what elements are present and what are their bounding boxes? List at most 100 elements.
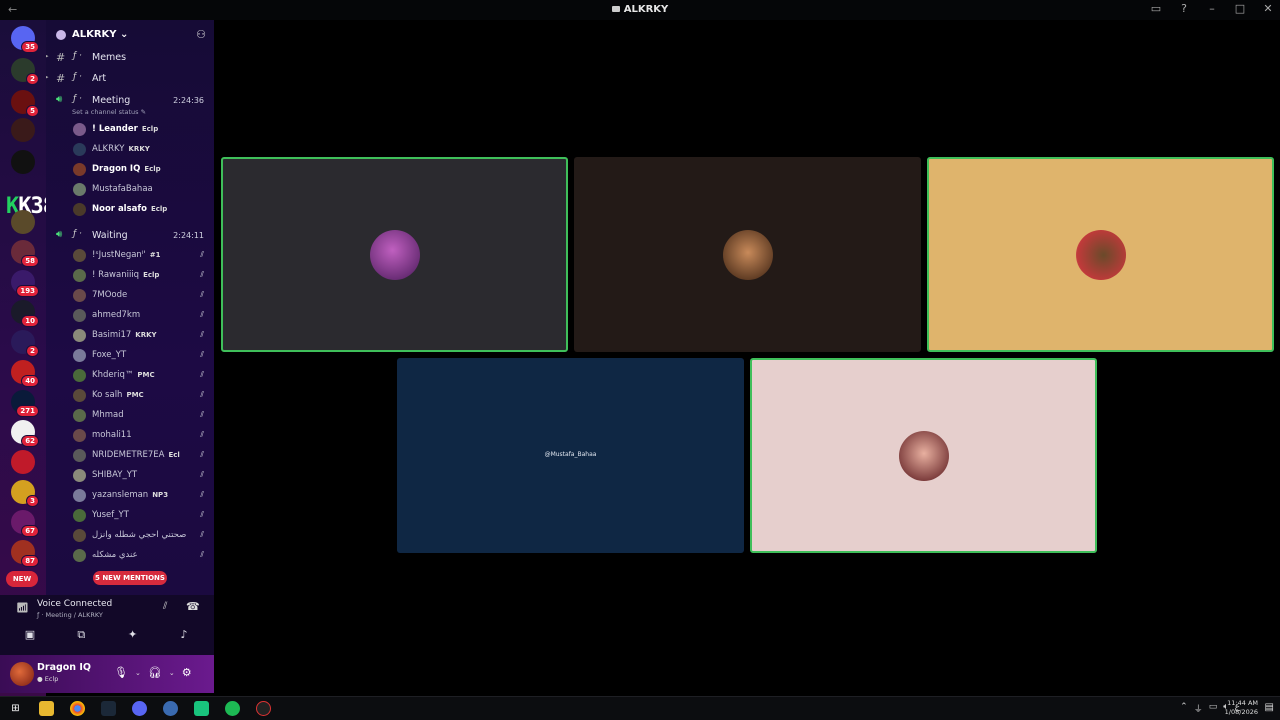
- clock[interactable]: 11:44 AM 1/08/2026: [1225, 699, 1258, 717]
- soundboard-icon[interactable]: ♪: [162, 628, 206, 646]
- voice-member[interactable]: NRIDEMETRE7EA Ecl ⫽: [46, 447, 214, 465]
- headset-icon[interactable]: 🎧︎: [148, 666, 162, 679]
- video-tile[interactable]: [750, 358, 1097, 553]
- notification-icon[interactable]: ▤: [1265, 702, 1274, 713]
- chrome-icon[interactable]: [70, 701, 85, 716]
- file-explorer-icon[interactable]: [39, 701, 54, 716]
- voice-member[interactable]: !ˢJustNeganᴵ' #1 ⫽: [46, 247, 214, 265]
- server-icon[interactable]: 193: [11, 270, 39, 297]
- member-tag: Eclp: [143, 271, 160, 279]
- guild-header[interactable]: ALKRKY ⌄ ⚇: [46, 26, 214, 44]
- spotify-icon[interactable]: [225, 701, 240, 716]
- server-icon[interactable]: 67: [11, 510, 39, 537]
- chevron-up-icon[interactable]: ⌃: [1180, 702, 1188, 715]
- voice-member[interactable]: SHIBAY_YT ⫽: [46, 467, 214, 485]
- voice-member[interactable]: ! Leander Eclp: [46, 121, 214, 139]
- set-channel-status[interactable]: Set a channel status ✎: [72, 108, 146, 116]
- network-icon[interactable]: ▭: [1209, 702, 1218, 715]
- server-icon[interactable]: [11, 210, 35, 234]
- avatar[interactable]: [10, 662, 34, 686]
- voice-member[interactable]: عندي مشكله ⫽: [46, 547, 214, 565]
- video-tile[interactable]: [927, 157, 1274, 352]
- voice-member[interactable]: Mhmad ⫽: [46, 407, 214, 425]
- disconnect-icon[interactable]: ☎: [186, 600, 200, 613]
- member-name: صحتني احجي شطله وانزل: [92, 530, 186, 540]
- voice-connected-title[interactable]: Voice Connected: [37, 599, 112, 609]
- server-icon[interactable]: 271: [11, 390, 39, 417]
- unread-badge: 35: [21, 41, 39, 53]
- server-icon[interactable]: 58: [11, 240, 39, 267]
- new-servers-pill[interactable]: NEW: [6, 571, 38, 587]
- channel-art[interactable]: ▸ # ƒ · Art: [46, 70, 214, 88]
- voice-member[interactable]: ! Rawaniiiq Eclp ⫽: [46, 267, 214, 285]
- chevron-down-icon[interactable]: ⌄: [135, 669, 141, 679]
- home-button[interactable]: 35: [11, 26, 39, 53]
- video-tile[interactable]: @Mustafa_Bahaa: [397, 358, 744, 553]
- add-user-icon[interactable]: ⚇: [196, 28, 206, 41]
- voice-member[interactable]: yazansleman NP3 ⫽: [46, 487, 214, 505]
- server-icon[interactable]: 10: [11, 300, 39, 327]
- screenshare-icon[interactable]: ⧉: [59, 628, 103, 646]
- server-icon[interactable]: 3: [11, 480, 39, 507]
- voice-member[interactable]: MustafaBahaa: [46, 181, 214, 199]
- discord-icon[interactable]: [132, 701, 147, 716]
- video-tile[interactable]: [574, 157, 921, 352]
- obs-icon[interactable]: [256, 701, 271, 716]
- voice-member[interactable]: صحتني احجي شطله وانزل ⫽: [46, 527, 214, 545]
- server-icon[interactable]: 2: [11, 330, 39, 357]
- app-icon[interactable]: [163, 701, 178, 716]
- guild-name[interactable]: ALKRKY ⌄: [72, 29, 128, 40]
- avatar: [73, 269, 86, 282]
- voice-member[interactable]: mohali11 ⫽: [46, 427, 214, 445]
- voice-member[interactable]: ALKRKY KRKY: [46, 141, 214, 159]
- signal-icon[interactable]: 📶︎: [16, 603, 29, 614]
- channel-memes[interactable]: ▸ # ƒ · Memes: [46, 49, 214, 67]
- video-tile[interactable]: [221, 157, 568, 352]
- server-icon[interactable]: 87: [11, 540, 39, 567]
- close-icon[interactable]: ✕: [1262, 2, 1274, 15]
- new-mentions-pill[interactable]: 5 NEW MENTIONS: [93, 571, 167, 585]
- member-name: ahmed7km: [92, 310, 140, 320]
- channel-waiting[interactable]: 🔊︎ ƒ · Waiting 2:24:11: [46, 227, 214, 245]
- chevron-down-icon[interactable]: ⌄: [169, 669, 175, 679]
- minimize-icon[interactable]: –: [1206, 2, 1218, 15]
- server-icon[interactable]: [11, 450, 35, 474]
- camera-icon[interactable]: ▣: [8, 628, 52, 646]
- voice-location[interactable]: ƒ · Meeting / ALKRKY: [37, 611, 103, 619]
- server-icon[interactable]: [11, 118, 35, 142]
- steam-icon[interactable]: [101, 701, 116, 716]
- mic-icon[interactable]: 🎙︎: [114, 666, 128, 679]
- voice-member[interactable]: 7MOode ⫽: [46, 287, 214, 305]
- voice-member[interactable]: Yusef_YT ⫽: [46, 507, 214, 525]
- voice-member[interactable]: Khderiq™ PMC ⫽: [46, 367, 214, 385]
- voice-member[interactable]: Foxe_YT ⫽: [46, 347, 214, 365]
- maximize-icon[interactable]: □: [1234, 2, 1246, 15]
- server-icon[interactable]: 62: [11, 420, 39, 447]
- inbox-icon[interactable]: ▭: [1150, 2, 1162, 15]
- usb-icon[interactable]: ⏚: [1194, 702, 1203, 715]
- mute-icon: ⫽: [200, 430, 204, 439]
- app-icon[interactable]: [194, 701, 209, 716]
- settings-icon[interactable]: ⚙: [182, 666, 192, 679]
- voice-member[interactable]: Dragon IQ Eclp: [46, 161, 214, 179]
- user-name[interactable]: Dragon IQ: [37, 662, 91, 673]
- noise-suppression-icon[interactable]: ⫽: [163, 601, 167, 612]
- member-tag: PMC: [126, 391, 144, 399]
- voice-member[interactable]: ahmed7km ⫽: [46, 307, 214, 325]
- activity-icon[interactable]: ✦: [111, 628, 155, 646]
- server-icon[interactable]: 2: [11, 58, 39, 85]
- member-name: ALKRKY KRKY: [92, 144, 150, 154]
- voice-member[interactable]: Ko salh PMC ⫽: [46, 387, 214, 405]
- member-name-text: SHIBAY_YT: [92, 470, 138, 480]
- voice-member[interactable]: Noor alsafo Eclp: [46, 201, 214, 219]
- help-icon[interactable]: ?: [1178, 2, 1190, 15]
- server-icon[interactable]: [11, 150, 35, 174]
- member-name-text: Basimi17: [92, 330, 132, 340]
- voice-member[interactable]: Basimi17 KRKY ⫽: [46, 327, 214, 345]
- server-icon[interactable]: 40: [11, 360, 39, 387]
- member-name: Foxe_YT: [92, 350, 126, 360]
- server-icon[interactable]: 5: [11, 90, 39, 117]
- windows-start-icon[interactable]: ⊞: [8, 701, 23, 716]
- member-name: عندي مشكله: [92, 550, 138, 560]
- mute-icon: ⫽: [200, 450, 204, 459]
